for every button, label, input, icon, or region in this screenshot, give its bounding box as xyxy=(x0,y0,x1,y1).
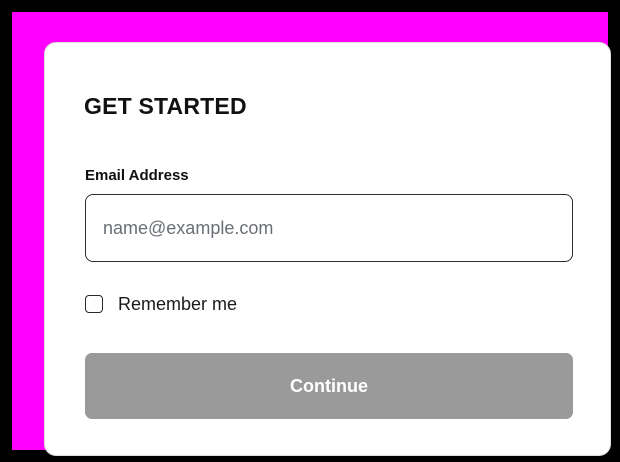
remember-me-checkbox[interactable] xyxy=(85,295,103,313)
email-field[interactable] xyxy=(85,194,573,262)
remember-me-option[interactable]: Remember me xyxy=(85,293,237,315)
page-title: GET STARTED xyxy=(84,93,247,119)
page-frame: GET STARTED Email Address Remember me Co… xyxy=(12,12,611,456)
continue-button[interactable]: Continue xyxy=(85,353,573,419)
get-started-card: GET STARTED Email Address Remember me Co… xyxy=(44,42,611,456)
email-label: Email Address xyxy=(85,167,189,184)
remember-me-label: Remember me xyxy=(118,294,238,314)
